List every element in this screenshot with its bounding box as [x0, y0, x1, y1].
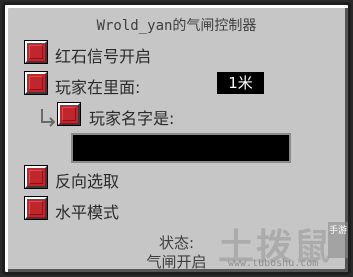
- player-name-checkbox[interactable]: [58, 103, 80, 125]
- window-title-text: Wrold_yan的气闸控制器: [96, 18, 257, 34]
- invert-checkbox[interactable]: [25, 166, 47, 188]
- horizontal-mode-checkbox[interactable]: [25, 197, 47, 219]
- player-inside-checkbox[interactable]: [25, 72, 47, 94]
- redstone-open-checkbox[interactable]: [25, 41, 47, 63]
- player-name-input[interactable]: [71, 133, 291, 163]
- redstone-open-label: 红石信号开启: [55, 47, 152, 66]
- horizontal-mode-label: 水平模式: [55, 203, 120, 222]
- sub-option-arrow-icon: [41, 109, 56, 127]
- distance-field[interactable]: 1米: [217, 72, 264, 94]
- window-title: Wrold_yan的气闸控制器: [5, 15, 348, 35]
- status-value: 气闸开启: [146, 253, 207, 271]
- status-label: 状态:: [158, 234, 195, 252]
- invert-label: 反向选取: [55, 172, 120, 191]
- player-name-label: 玩家名字是:: [89, 109, 175, 128]
- player-inside-label: 玩家在里面:: [55, 78, 141, 97]
- airlock-controller-panel: Wrold_yan的气闸控制器 红石信号开启 玩家在里面: 1米 玩家名字是: …: [2, 2, 351, 275]
